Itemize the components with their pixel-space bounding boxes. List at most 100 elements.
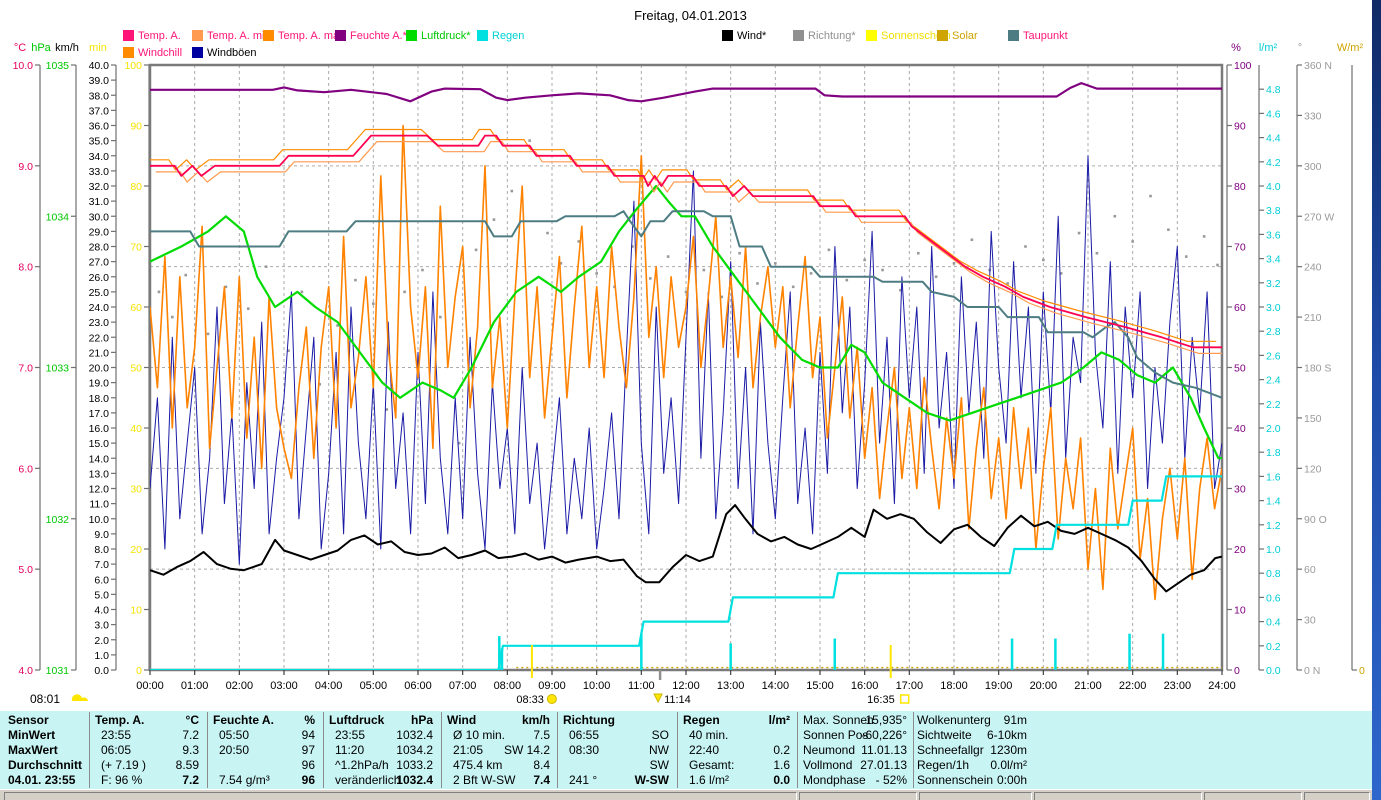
cell-label: 40 min. xyxy=(689,728,729,742)
svg-text:0: 0 xyxy=(1234,665,1240,677)
table-cell: 475.4 km 8.4 xyxy=(453,758,550,773)
cell-label: 08:30 xyxy=(569,743,600,757)
table-cell: MinWert xyxy=(8,728,86,743)
svg-text:35.0: 35.0 xyxy=(89,136,110,148)
cell-value: 1032.4 xyxy=(396,773,433,787)
svg-text:37.0: 37.0 xyxy=(89,105,110,117)
svg-text:3.6: 3.6 xyxy=(1266,229,1281,241)
svg-text:W/m²: W/m² xyxy=(1337,42,1364,54)
cell-value: 9.3 xyxy=(182,743,199,757)
table-cell: 06:55 SO xyxy=(569,728,669,743)
series-wind xyxy=(150,504,1222,593)
table-cell: SW xyxy=(569,758,669,773)
svg-text:2.0: 2.0 xyxy=(1266,423,1281,435)
svg-text:20.0: 20.0 xyxy=(89,363,110,375)
svg-text:4.8: 4.8 xyxy=(1266,84,1281,96)
table-cell: 40 min. xyxy=(689,728,790,743)
table-cell: Feuchte A.% xyxy=(213,713,315,728)
table-cell: F: 96 % 7.2 xyxy=(101,773,199,788)
table-cell: 11:20 1034.2 xyxy=(335,743,433,758)
table-cell: 241 ° W-SW xyxy=(569,773,669,788)
svg-text:16.0: 16.0 xyxy=(89,423,110,435)
sunset-time-label: 16:35 xyxy=(867,694,895,706)
cell-label: Regen/1h xyxy=(917,758,970,772)
svg-text:31.0: 31.0 xyxy=(89,196,110,208)
svg-text:28.0: 28.0 xyxy=(89,242,110,254)
cell-value: l/m² xyxy=(768,713,790,727)
cell-value: 11.01.13 xyxy=(861,743,907,757)
svg-text:40: 40 xyxy=(130,423,142,435)
table-cell: 04.01. 23:55 xyxy=(8,773,86,788)
svg-text:1031: 1031 xyxy=(46,665,70,677)
svg-text:4.0: 4.0 xyxy=(1266,181,1281,193)
svg-text:11:00: 11:00 xyxy=(628,680,655,692)
weather-app-window: Freitag, 04.01.2013 Temp. A. Temp. A. min… xyxy=(0,0,1381,800)
cell-label: Luftdruck xyxy=(329,713,385,727)
cell-value: % xyxy=(304,713,315,727)
cell-label: MaxWert xyxy=(8,743,58,757)
cell-label: 22:40 xyxy=(689,743,720,757)
table-cell: veränderlich 1032.4 xyxy=(335,773,433,788)
cell-label: 06:05 xyxy=(101,743,132,757)
table-cell: (+ 7.19 ) 8.59 xyxy=(101,758,199,773)
cell-value: 91m xyxy=(1003,713,1027,727)
svg-text:3.0: 3.0 xyxy=(94,620,109,632)
table-cell: 1.6 l/m² 0.0 xyxy=(689,773,790,788)
svg-text:180 S: 180 S xyxy=(1304,363,1331,375)
cell-label: Neumond xyxy=(803,743,856,757)
table-separator xyxy=(913,712,914,788)
svg-text:50: 50 xyxy=(1234,363,1246,375)
svg-text:10: 10 xyxy=(1234,605,1246,617)
svg-text:300: 300 xyxy=(1304,161,1322,173)
cell-value: 1.6 xyxy=(773,758,790,772)
table-cell: Sensor xyxy=(8,713,86,728)
axis-hpa: 1031 1032 1033 1034 1035 hPa xyxy=(31,42,77,677)
series-regenrate xyxy=(498,633,1165,670)
cell-value: °C xyxy=(185,713,199,727)
table-cell: Luftdruck hPa xyxy=(329,713,433,728)
table-separator xyxy=(207,712,208,788)
cell-label: (+ 7.19 ) xyxy=(101,758,147,772)
svg-text:210: 210 xyxy=(1304,312,1322,324)
table-cell: Richtung xyxy=(563,713,669,728)
svg-text:15.0: 15.0 xyxy=(89,438,110,450)
svg-text:2.4: 2.4 xyxy=(1266,375,1281,387)
svg-text:7.0: 7.0 xyxy=(94,559,109,571)
table-cell: Gesamt: 1.6 xyxy=(689,758,790,773)
svg-text:20: 20 xyxy=(130,544,142,556)
cell-label: Temp. A. xyxy=(95,713,145,727)
cell-label: Regen xyxy=(683,713,720,727)
status-bar-panel xyxy=(919,792,1032,800)
svg-text:24.0: 24.0 xyxy=(89,302,110,314)
svg-text:30: 30 xyxy=(1234,484,1246,496)
svg-text:30.0: 30.0 xyxy=(89,211,110,223)
svg-text:60: 60 xyxy=(1304,564,1316,576)
cell-value: 0.0 xyxy=(773,773,790,787)
dawn-cloud-icon xyxy=(71,694,88,701)
svg-text:7.0: 7.0 xyxy=(18,363,33,375)
svg-text:5.0: 5.0 xyxy=(94,589,109,601)
svg-text:12:00: 12:00 xyxy=(672,680,700,692)
table-cell: 23:55 7.2 xyxy=(101,728,199,743)
svg-text:39.0: 39.0 xyxy=(89,75,110,87)
svg-text:26.0: 26.0 xyxy=(89,272,110,284)
svg-text:6.0: 6.0 xyxy=(94,574,109,586)
cell-label: Sensor xyxy=(8,713,49,727)
svg-text:8.0: 8.0 xyxy=(94,544,109,556)
cell-label: 241 ° xyxy=(569,773,598,787)
svg-text:90 O: 90 O xyxy=(1304,514,1327,526)
table-cell: Ø 10 min. 7.5 xyxy=(453,728,550,743)
svg-text:3.4: 3.4 xyxy=(1266,254,1281,266)
svg-text:14.0: 14.0 xyxy=(89,453,110,465)
cell-value: 1034.2 xyxy=(396,743,433,757)
svg-text:05:00: 05:00 xyxy=(360,680,388,692)
cell-label: 2 Bft W-SW xyxy=(453,773,516,787)
svg-text:3.2: 3.2 xyxy=(1266,278,1281,290)
dawn-time-label: 08:01 xyxy=(30,692,60,706)
svg-text:19.0: 19.0 xyxy=(89,378,110,390)
status-bar-panel xyxy=(1034,792,1202,800)
cell-label: Gesamt: xyxy=(689,758,735,772)
svg-text:0.2: 0.2 xyxy=(1266,641,1281,653)
cell-label: Wind xyxy=(447,713,477,727)
svg-text:10: 10 xyxy=(130,605,142,617)
